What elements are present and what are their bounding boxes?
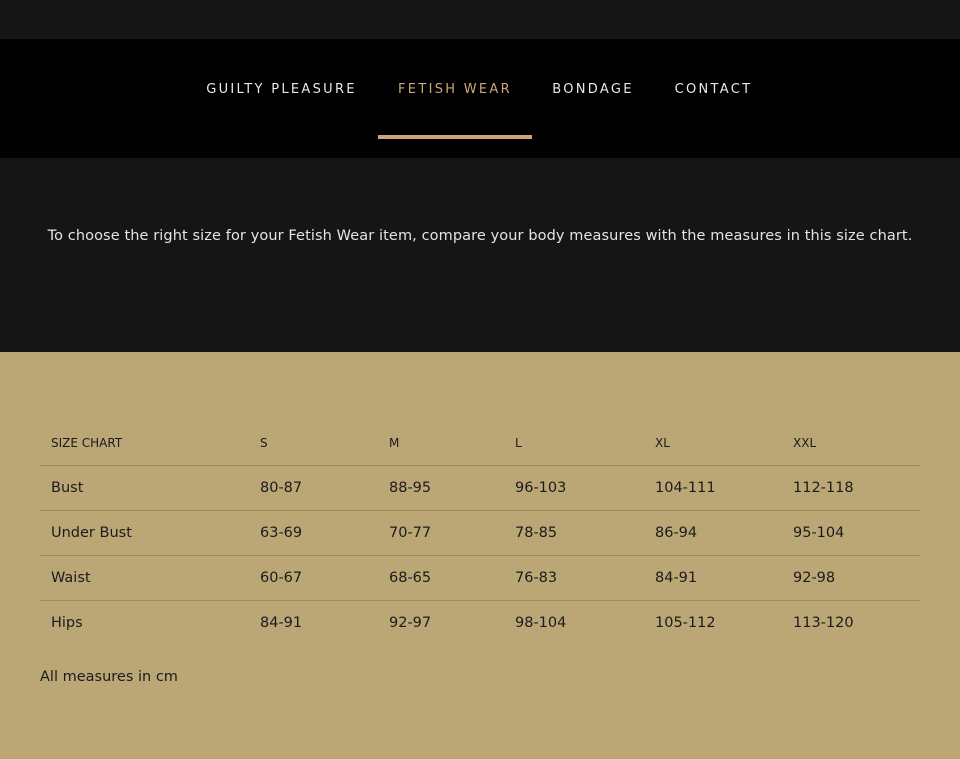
row-label: Waist	[40, 555, 249, 601]
nav-item-fetish-wear[interactable]: FETISH WEAR	[378, 39, 532, 139]
table-cell: 104-111	[644, 465, 782, 511]
main-navigation: GUILTY PLEASURE FETISH WEAR BONDAGE CONT…	[0, 39, 960, 158]
table-cell: 98-104	[504, 600, 644, 645]
nav-item-bondage[interactable]: BONDAGE	[541, 39, 645, 139]
units-note: All measures in cm	[40, 669, 178, 685]
table-cell: 76-83	[504, 555, 644, 601]
row-label: Under Bust	[40, 510, 249, 556]
table-cell: 60-67	[249, 555, 378, 601]
column-header: S	[260, 435, 268, 450]
column-header: L	[515, 435, 522, 450]
table-cell: 63-69	[249, 510, 378, 556]
active-nav-indicator	[378, 135, 532, 139]
table-row: Bust 80-87 88-95 96-103 104-111 112-118	[40, 465, 920, 511]
top-bar	[0, 0, 960, 39]
row-label: Bust	[40, 465, 249, 511]
table-row: Waist 60-67 68-65 76-83 84-91 92-98	[40, 555, 920, 601]
table-cell: 78-85	[504, 510, 644, 556]
table-cell: 92-97	[378, 600, 504, 645]
column-header: SIZE CHART	[51, 435, 123, 450]
table-cell: 84-91	[249, 600, 378, 645]
table-header-row: SIZE CHART S M L XL XXL	[40, 420, 920, 466]
nav-item-guilty-pleasure[interactable]: GUILTY PLEASURE	[196, 39, 367, 139]
column-header: M	[389, 435, 400, 450]
table-row: Hips 84-91 92-97 98-104 105-112 113-120	[40, 600, 920, 645]
table-cell: 105-112	[644, 600, 782, 645]
intro-text: To choose the right size for your Fetish…	[47, 228, 913, 244]
column-header: XXL	[793, 435, 817, 450]
table-cell: 113-120	[782, 600, 920, 645]
table-cell: 92-98	[782, 555, 920, 601]
table-cell: 112-118	[782, 465, 920, 511]
table-cell: 96-103	[504, 465, 644, 511]
size-chart-table: SIZE CHART S M L XL XXL Bust 80-87 88-95…	[40, 420, 920, 645]
table-row: Under Bust 63-69 70-77 78-85 86-94 95-10…	[40, 510, 920, 556]
table-cell: 86-94	[644, 510, 782, 556]
table-cell: 88-95	[378, 465, 504, 511]
table-cell: 70-77	[378, 510, 504, 556]
table-cell: 84-91	[644, 555, 782, 601]
table-cell: 68-65	[378, 555, 504, 601]
table-cell: 95-104	[782, 510, 920, 556]
row-label: Hips	[40, 600, 249, 645]
nav-item-contact[interactable]: CONTACT	[664, 39, 763, 139]
column-header: XL	[655, 435, 670, 450]
size-chart-section: SIZE CHART S M L XL XXL Bust 80-87 88-95…	[40, 420, 920, 645]
table-cell: 80-87	[249, 465, 378, 511]
